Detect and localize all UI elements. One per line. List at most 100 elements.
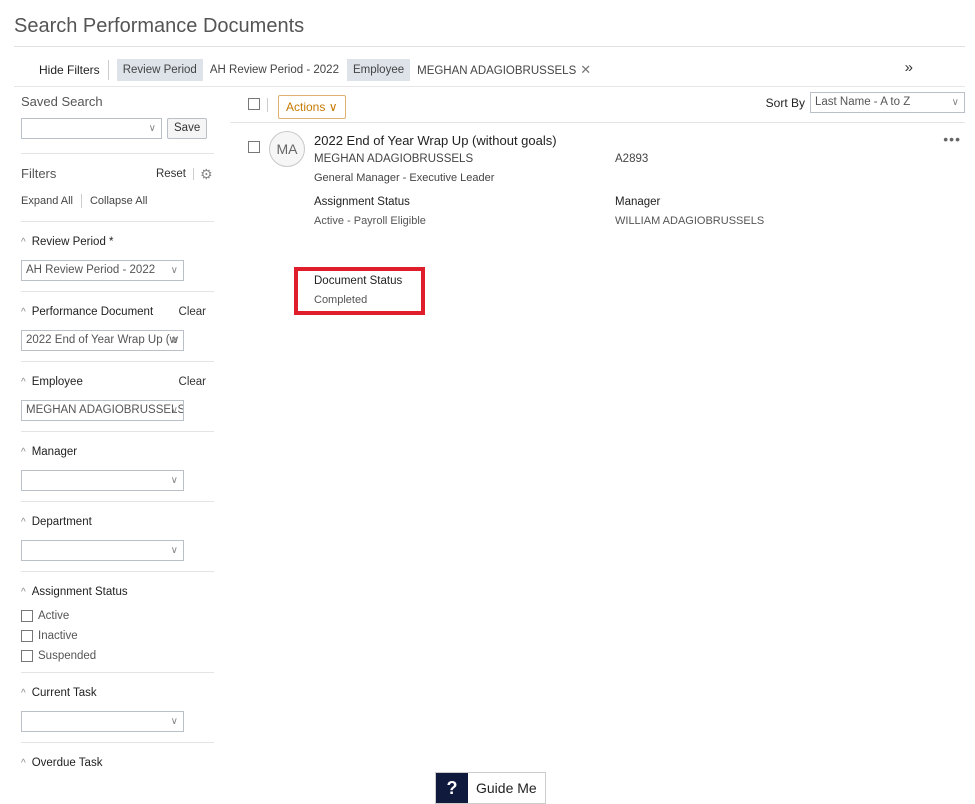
manager-select[interactable]: ∨: [21, 470, 184, 491]
select-value: 2022 End of Year Wrap Up (w: [26, 334, 178, 346]
section-label: Review Period *: [21, 236, 114, 248]
actions-label: Actions: [286, 100, 326, 114]
chevron-down-icon: ∨: [170, 265, 178, 276]
manager-value: WILLIAM ADAGIOBRUSSELS: [615, 215, 765, 227]
select-value: MEGHAN ADAGIOBRUSSELS: [26, 404, 184, 416]
saved-search-row: ∨ Save: [21, 118, 214, 139]
chevron-down-icon: ∨: [170, 716, 178, 727]
expand-all-link[interactable]: Expand All: [21, 195, 73, 207]
document-title[interactable]: 2022 End of Year Wrap Up (without goals): [314, 133, 557, 148]
chip-key-employee[interactable]: Employee: [346, 59, 411, 81]
filter-bar: Hide Filters Review Period AH Review Per…: [14, 56, 965, 84]
section-header[interactable]: Manager: [21, 446, 214, 458]
more-options-icon[interactable]: •••: [943, 131, 961, 147]
filter-section-employee: Employee Clear MEGHAN ADAGIOBRUSSELS∨: [21, 362, 214, 431]
clear-link[interactable]: Clear: [179, 306, 206, 318]
section-header[interactable]: Overdue Task: [21, 757, 214, 769]
collapse-all-link[interactable]: Collapse All: [90, 195, 147, 207]
results-toolbar: Actions ∨ Sort By Last Name - A to Z ∨: [230, 92, 965, 122]
current-task-select[interactable]: ∨: [21, 711, 184, 732]
employee-role: General Manager - Executive Leader: [314, 172, 495, 184]
gear-icon[interactable]: ⚙: [200, 167, 214, 181]
chevron-down-icon: ∨: [170, 335, 178, 346]
title-divider: [14, 46, 965, 47]
section-header[interactable]: Employee Clear: [21, 376, 214, 388]
separator: [80, 194, 82, 208]
select-all-checkbox[interactable]: [248, 98, 260, 110]
chevron-down-icon: ∨: [170, 475, 178, 486]
guide-me-button[interactable]: ? Guide Me: [435, 772, 546, 804]
filter-section-overdue-task: Overdue Task: [21, 743, 214, 779]
separator: [267, 98, 268, 112]
review-period-select[interactable]: AH Review Period - 2022 ∨: [21, 260, 184, 281]
filters-sidebar: Saved Search ∨ Save Filters Reset ⚙ Expa…: [21, 92, 214, 779]
filter-section-manager: Manager ∨: [21, 432, 214, 501]
hide-filters-link[interactable]: Hide Filters: [14, 60, 109, 80]
chevron-down-icon: ∨: [170, 545, 178, 556]
checkbox-row-active[interactable]: Active: [21, 610, 214, 622]
checkbox[interactable]: [21, 650, 33, 662]
section-label: Employee: [21, 376, 83, 388]
filters-header: Filters Reset ⚙: [21, 166, 214, 181]
section-header[interactable]: Review Period *: [21, 236, 214, 248]
sort-select[interactable]: Last Name - A to Z ∨: [810, 92, 965, 113]
department-select[interactable]: ∨: [21, 540, 184, 561]
chevron-down-icon: ∨: [328, 100, 338, 114]
manager-label: Manager: [615, 196, 661, 208]
section-header[interactable]: Performance Document Clear: [21, 306, 214, 318]
checkbox[interactable]: [21, 610, 33, 622]
checkbox[interactable]: [21, 630, 33, 642]
document-checkbox[interactable]: [248, 141, 260, 153]
filter-section-department: Department ∨: [21, 502, 214, 571]
employee-name: MEGHAN ADAGIOBRUSSELS: [314, 153, 474, 165]
performance-document-select[interactable]: 2022 End of Year Wrap Up (w ∨: [21, 330, 184, 351]
section-label: Overdue Task: [21, 757, 103, 769]
actions-button[interactable]: Actions ∨: [278, 95, 346, 119]
section-label: Current Task: [21, 687, 97, 699]
expand-collapse-row: Expand All Collapse All: [21, 194, 214, 208]
checkbox-label: Active: [38, 610, 70, 622]
checkbox-row-suspended[interactable]: Suspended: [21, 650, 214, 662]
chevron-down-icon: ∨: [170, 405, 178, 416]
chip-value-employee: MEGHAN ADAGIOBRUSSELS ✕: [410, 59, 599, 81]
filter-section-assignment-status: Assignment Status Active Inactive Suspen…: [21, 572, 214, 672]
employee-select[interactable]: MEGHAN ADAGIOBRUSSELS ∨: [21, 400, 184, 421]
section-header[interactable]: Assignment Status: [21, 586, 214, 598]
sort-by-label: Sort By: [765, 96, 805, 110]
save-button[interactable]: Save: [167, 118, 208, 139]
reset-link[interactable]: Reset: [156, 167, 194, 180]
guide-me-label: Guide Me: [476, 780, 537, 796]
section-label: Assignment Status: [21, 586, 128, 598]
chevron-down-icon: ∨: [951, 97, 959, 108]
checkbox-label: Suspended: [38, 650, 97, 662]
filters-title: Filters: [21, 166, 57, 181]
employee-id: A2893: [615, 153, 649, 165]
filterbar-divider: [14, 86, 965, 87]
saved-search-select[interactable]: ∨: [21, 118, 162, 139]
sidebar-divider: [21, 153, 214, 154]
reset-wrap: Reset ⚙: [156, 167, 214, 181]
chip-value-review-period: AH Review Period - 2022: [209, 64, 339, 76]
assignment-status-value: Active - Payroll Eligible: [314, 215, 426, 227]
filter-section-review-period: Review Period * AH Review Period - 2022 ∨: [21, 222, 214, 291]
results-panel: Actions ∨ Sort By Last Name - A to Z ∨ MA…: [230, 92, 965, 315]
select-value: Last Name - A to Z: [815, 96, 911, 108]
filter-section-current-task: Current Task ∨: [21, 673, 214, 742]
section-header[interactable]: Department: [21, 516, 214, 528]
double-chevron-right-icon[interactable]: »: [905, 59, 913, 76]
section-label: Manager: [21, 446, 77, 458]
clear-link[interactable]: Clear: [179, 376, 206, 388]
filter-section-performance-document: Performance Document Clear 2022 End of Ye…: [21, 292, 214, 361]
chip-key-review-period[interactable]: Review Period: [116, 59, 203, 81]
checkbox-label: Inactive: [38, 630, 78, 642]
section-label: Department: [21, 516, 92, 528]
help-icon: ?: [436, 773, 468, 803]
document-status-value: Completed: [314, 294, 368, 306]
section-header[interactable]: Current Task: [21, 687, 214, 699]
document-card: MA 2022 End of Year Wrap Up (without goa…: [230, 123, 965, 315]
chip-value-employee-text: MEGHAN ADAGIOBRUSSELS: [417, 65, 577, 77]
section-label: Performance Document: [21, 306, 153, 318]
remove-chip-icon[interactable]: ✕: [580, 62, 591, 77]
saved-search-label: Saved Search: [21, 94, 103, 109]
checkbox-row-inactive[interactable]: Inactive: [21, 630, 214, 642]
